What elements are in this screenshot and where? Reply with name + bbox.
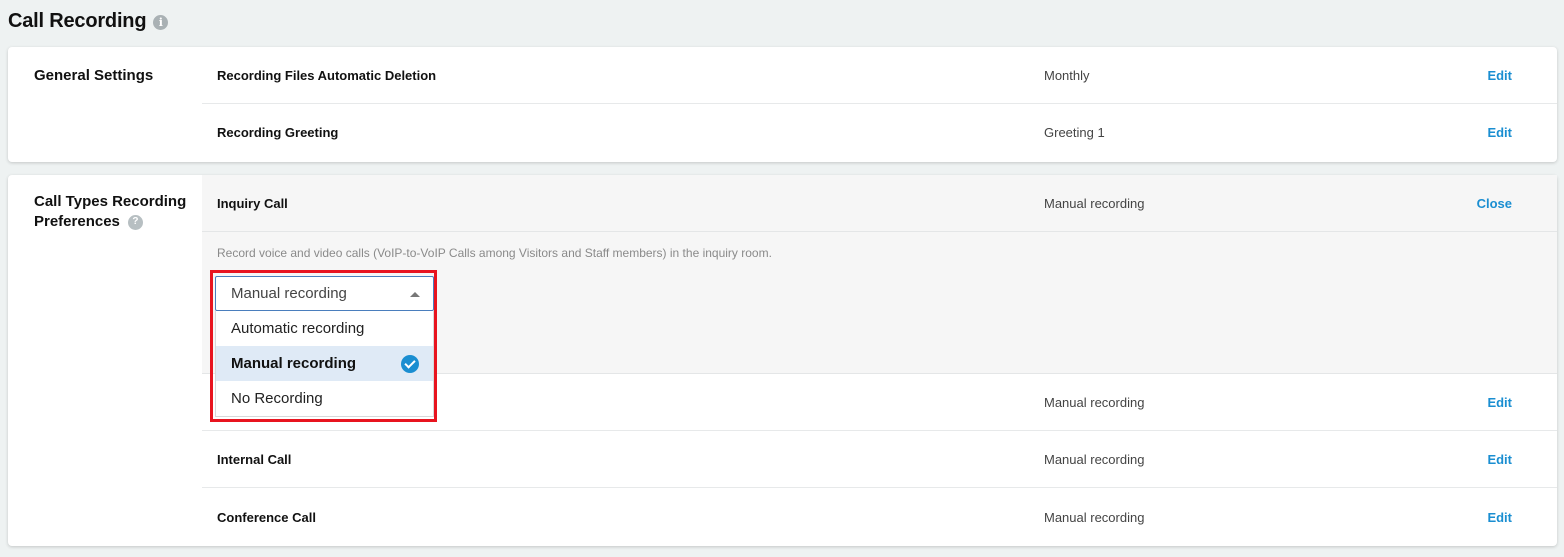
call-types-title-line2: Preferences [34,213,120,230]
setting-name: Conference Call [217,509,316,525]
help-icon[interactable]: ? [127,214,143,230]
check-icon [401,355,419,373]
info-icon[interactable]: i [153,14,169,30]
edit-link[interactable]: Edit [1487,510,1512,525]
page-title: Call Recording [8,10,147,32]
call-types-title-line1: Call Types Recording [34,193,187,210]
option-no-recording[interactable]: No Recording [216,381,433,416]
general-settings-title: General Settings [34,67,154,84]
setting-value: Monthly [1044,67,1090,83]
option-label: No Recording [231,390,323,407]
setting-row-auto-deletion: Recording Files Automatic Deletion Month… [202,47,1557,104]
edit-link[interactable]: Edit [1487,125,1512,140]
setting-name: Recording Files Automatic Deletion [217,67,437,83]
option-manual-recording[interactable]: Manual recording [216,346,433,381]
setting-row-conference-call: Conference Call Manual recording Edit [202,488,1557,546]
option-automatic-recording[interactable]: Automatic recording [216,311,433,346]
setting-value: Manual recording [1044,196,1145,211]
recording-mode-dropdown: Automatic recording Manual recording No … [215,311,434,417]
setting-row-greeting: Recording Greeting Greeting 1 Edit [202,104,1557,161]
setting-value: Manual recording [1044,509,1145,525]
edit-link[interactable]: Edit [1487,452,1512,467]
call-types-title: Call Types Recording Preferences? [34,192,186,232]
inquiry-call-description: Record voice and video calls (VoIP-to-Vo… [217,246,772,260]
setting-name: Internal Call [217,451,292,467]
edit-link[interactable]: Edit [1487,68,1512,83]
option-label: Manual recording [231,355,357,372]
edit-link[interactable]: Edit [1487,395,1512,410]
inquiry-call-row: Inquiry Call Manual recording Close [202,175,1557,232]
select-value: Manual recording [231,285,347,302]
inquiry-call-row-content: Inquiry Call Manual recording Close [202,175,1557,232]
page-header: Call Recording i [8,10,169,33]
general-settings-card: General Settings Recording Files Automat… [8,47,1557,162]
setting-value: Manual recording [1044,394,1145,410]
recording-mode-select[interactable]: Manual recording [215,276,434,311]
setting-name: Recording Greeting [217,125,339,140]
caret-up-icon [410,292,420,297]
close-link[interactable]: Close [1477,196,1512,211]
setting-row-internal-call: Internal Call Manual recording Edit [202,431,1557,488]
setting-name: Inquiry Call [217,196,288,211]
option-label: Automatic recording [231,320,365,337]
setting-value: Manual recording [1044,451,1145,467]
setting-value: Greeting 1 [1044,125,1105,140]
